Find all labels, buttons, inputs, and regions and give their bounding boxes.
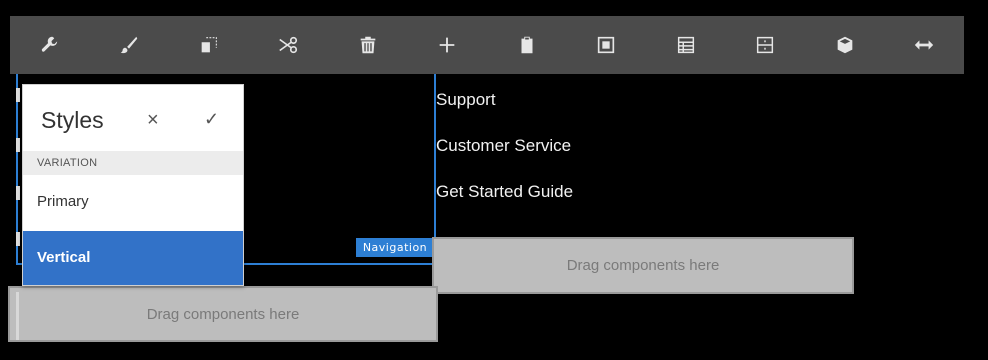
styles-button[interactable] bbox=[90, 16, 170, 74]
cube-icon bbox=[837, 36, 853, 54]
list-item-marker bbox=[16, 232, 20, 246]
drop-zone-label: Drag components here bbox=[566, 257, 720, 274]
list-item-marker bbox=[16, 88, 20, 102]
paste-button[interactable] bbox=[487, 16, 567, 74]
drop-zone-label: Drag components here bbox=[146, 305, 300, 323]
nav-link-get-started-guide[interactable]: Get Started Guide bbox=[436, 180, 573, 226]
resize-button[interactable] bbox=[885, 16, 965, 74]
drop-zone[interactable]: Drag components here bbox=[432, 237, 854, 294]
resize-horizontal-icon bbox=[915, 40, 934, 50]
copy-button[interactable] bbox=[169, 16, 249, 74]
wrench-icon bbox=[41, 36, 57, 52]
trash-icon bbox=[360, 36, 376, 54]
styles-popover: Styles × ✓ VARIATION Primary Vertical bbox=[22, 84, 244, 286]
drop-zone[interactable]: Drag components here bbox=[8, 286, 438, 342]
style-option-primary[interactable]: Primary bbox=[23, 175, 243, 229]
component-toolbar bbox=[10, 16, 964, 74]
assets-button[interactable] bbox=[805, 16, 885, 74]
styles-title: Styles bbox=[41, 107, 104, 133]
cut-button[interactable] bbox=[249, 16, 329, 74]
list-item-marker bbox=[16, 186, 20, 200]
clipboard-icon bbox=[521, 36, 533, 54]
navigation-links: Support Customer Service Get Started Gui… bbox=[436, 88, 573, 226]
nav-link-support[interactable]: Support bbox=[436, 88, 573, 134]
copy-icon bbox=[201, 37, 217, 53]
table-icon bbox=[677, 36, 694, 54]
configure-button[interactable] bbox=[10, 16, 90, 74]
delete-button[interactable] bbox=[328, 16, 408, 74]
close-icon[interactable]: × bbox=[147, 109, 159, 132]
layout-button[interactable] bbox=[726, 16, 806, 74]
paintbrush-icon bbox=[121, 36, 138, 54]
navigation-badge[interactable]: Navigation bbox=[356, 238, 434, 257]
scissors-icon bbox=[279, 36, 298, 54]
styles-popover-header: Styles × ✓ bbox=[23, 85, 243, 151]
list-item-marker bbox=[16, 138, 20, 152]
insert-button[interactable] bbox=[408, 16, 488, 74]
style-option-vertical[interactable]: Vertical bbox=[23, 231, 243, 285]
group-icon bbox=[598, 36, 615, 54]
group-button[interactable] bbox=[567, 16, 647, 74]
variation-section-header: VARIATION bbox=[23, 151, 243, 175]
plus-icon bbox=[439, 37, 455, 53]
checkmark-icon[interactable]: ✓ bbox=[204, 109, 219, 130]
nav-link-customer-service[interactable]: Customer Service bbox=[436, 134, 573, 180]
drop-zone-marker bbox=[16, 292, 19, 340]
table-button[interactable] bbox=[646, 16, 726, 74]
layout-icon bbox=[757, 36, 774, 54]
